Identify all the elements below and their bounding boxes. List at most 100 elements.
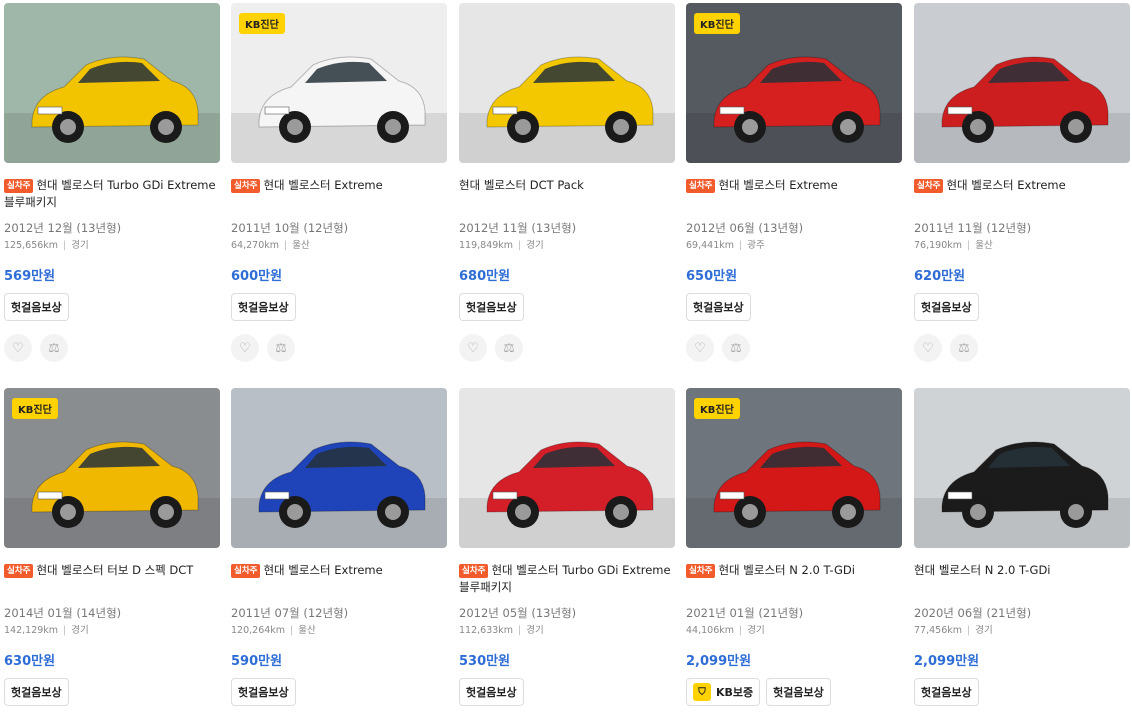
mileage-region: 125,656km | 경기 xyxy=(4,237,89,251)
heart-icon[interactable]: ♡ xyxy=(914,334,942,362)
mileage-region: 76,190km | 울산 xyxy=(914,237,993,251)
car-model-name: 현대 벨로스터 Extreme xyxy=(263,178,383,192)
trip-compensation-chip[interactable]: 헛걸음보상 xyxy=(459,293,524,321)
listing-title[interactable]: 현대 벨로스터 N 2.0 T-GDi xyxy=(914,562,1130,579)
card-actions: ♡ ⚖ xyxy=(231,334,295,362)
owner-seller-tag: 실차주 xyxy=(4,179,34,193)
trip-compensation-chip[interactable]: 헛걸음보상 xyxy=(766,678,831,706)
car-illustration xyxy=(459,388,675,548)
car-model-name: 현대 벨로스터 Extreme xyxy=(946,178,1066,192)
shield-icon: ⛉ xyxy=(693,683,711,701)
car-photo[interactable] xyxy=(459,388,675,548)
chip-label: 헛걸음보상 xyxy=(11,301,62,314)
registration-year: 2014년 01월 (14년형) xyxy=(4,606,122,620)
chip-label: 헛걸음보상 xyxy=(693,301,744,314)
listing-title[interactable]: 실차주 현대 벨로스터 Extreme xyxy=(231,177,447,194)
registration-year: 2012년 11월 (13년형) xyxy=(459,221,577,235)
scale-icon[interactable]: ⚖ xyxy=(267,334,295,362)
heart-icon[interactable]: ♡ xyxy=(4,334,32,362)
region: 경기 xyxy=(526,625,544,636)
chip-label: 헛걸음보상 xyxy=(921,301,972,314)
listing-title[interactable]: 실차주 현대 벨로스터 Extreme xyxy=(231,562,447,579)
mileage: 125,656km xyxy=(4,240,59,251)
listing-title[interactable]: 실차주 현대 벨로스터 터보 D 스펙 DCT xyxy=(4,562,220,579)
mileage: 142,129km xyxy=(4,625,59,636)
trip-compensation-chip[interactable]: 헛걸음보상 xyxy=(914,293,979,321)
kb-warranty-chip[interactable]: ⛉ KB보증 xyxy=(686,678,761,706)
heart-icon[interactable]: ♡ xyxy=(686,334,714,362)
mileage: 44,106km xyxy=(686,625,734,636)
car-photo[interactable]: KB진단 xyxy=(4,388,220,548)
separator: | xyxy=(290,625,294,636)
car-photo[interactable] xyxy=(914,3,1130,163)
scale-icon[interactable]: ⚖ xyxy=(495,334,523,362)
trip-compensation-chip[interactable]: 헛걸음보상 xyxy=(231,678,296,706)
car-photo[interactable]: KB진단 xyxy=(231,3,447,163)
chip-label: 헛걸음보상 xyxy=(238,686,289,699)
scale-icon[interactable]: ⚖ xyxy=(722,334,750,362)
service-chips: 헛걸음보상 xyxy=(459,678,524,706)
separator: | xyxy=(63,240,67,251)
car-model-name: 현대 벨로스터 Extreme xyxy=(263,563,383,577)
mileage: 120,264km xyxy=(231,625,286,636)
kb-diagnosis-badge: KB진단 xyxy=(12,398,58,419)
listing-title[interactable]: 실차주 현대 벨로스터 Turbo GDi Extreme 블루패키지 xyxy=(4,177,220,211)
mileage-region: 120,264km | 울산 xyxy=(231,622,316,636)
mileage: 77,456km xyxy=(914,625,962,636)
chip-label: 헛걸음보상 xyxy=(773,686,824,699)
car-photo[interactable] xyxy=(914,388,1130,548)
service-chips: 헛걸음보상 xyxy=(231,678,296,706)
separator: | xyxy=(518,625,522,636)
separator: | xyxy=(967,625,971,636)
listing-title[interactable]: 실차주 현대 벨로스터 Turbo GDi Extreme 블루패키지 xyxy=(459,562,675,596)
chip-label: 헛걸음보상 xyxy=(466,301,517,314)
trip-compensation-chip[interactable]: 헛걸음보상 xyxy=(459,678,524,706)
mileage: 112,633km xyxy=(459,625,514,636)
car-photo[interactable]: KB진단 xyxy=(686,388,902,548)
listing-title[interactable]: 실차주 현대 벨로스터 Extreme xyxy=(914,177,1130,194)
car-model-name: 현대 벨로스터 Turbo GDi Extreme 블루패키지 xyxy=(459,563,671,594)
registration-year: 2011년 07월 (12년형) xyxy=(231,606,349,620)
scale-icon[interactable]: ⚖ xyxy=(40,334,68,362)
registration-year: 2012년 05월 (13년형) xyxy=(459,606,577,620)
car-photo[interactable] xyxy=(231,388,447,548)
separator: | xyxy=(739,625,743,636)
separator: | xyxy=(967,240,971,251)
car-photo[interactable] xyxy=(459,3,675,163)
trip-compensation-chip[interactable]: 헛걸음보상 xyxy=(231,293,296,321)
listing-title[interactable]: 실차주 현대 벨로스터 N 2.0 T-GDi xyxy=(686,562,902,579)
heart-icon[interactable]: ♡ xyxy=(231,334,259,362)
card-actions: ♡ ⚖ xyxy=(686,334,750,362)
heart-icon[interactable]: ♡ xyxy=(459,334,487,362)
listing-title[interactable]: 실차주 현대 벨로스터 Extreme xyxy=(686,177,902,194)
registration-year: 2021년 01월 (21년형) xyxy=(686,606,804,620)
owner-seller-tag: 실차주 xyxy=(914,179,944,193)
listing-title[interactable]: 현대 벨로스터 DCT Pack xyxy=(459,177,675,194)
price: 2,099만원 xyxy=(686,654,752,669)
chip-label: 헛걸음보상 xyxy=(921,686,972,699)
car-model-name: 현대 벨로스터 Extreme xyxy=(718,178,838,192)
car-illustration xyxy=(231,388,447,548)
region: 경기 xyxy=(71,625,89,636)
service-chips: 헛걸음보상 xyxy=(231,293,296,321)
owner-seller-tag: 실차주 xyxy=(686,179,716,193)
service-chips: 헛걸음보상 xyxy=(914,293,979,321)
car-model-name: 현대 벨로스터 Turbo GDi Extreme 블루패키지 xyxy=(4,178,216,209)
trip-compensation-chip[interactable]: 헛걸음보상 xyxy=(686,293,751,321)
service-chips: 헛걸음보상 xyxy=(4,678,69,706)
owner-seller-tag: 실차주 xyxy=(4,564,34,578)
mileage-region: 77,456km | 경기 xyxy=(914,622,993,636)
service-chips: 헛걸음보상 xyxy=(4,293,69,321)
car-photo[interactable] xyxy=(4,3,220,163)
card-actions: ♡ ⚖ xyxy=(459,334,523,362)
car-photo[interactable]: KB진단 xyxy=(686,3,902,163)
region: 경기 xyxy=(526,240,544,251)
trip-compensation-chip[interactable]: 헛걸음보상 xyxy=(914,678,979,706)
scale-icon[interactable]: ⚖ xyxy=(950,334,978,362)
chip-label: KB보증 xyxy=(716,686,754,699)
car-model-name: 현대 벨로스터 N 2.0 T-GDi xyxy=(718,563,855,577)
trip-compensation-chip[interactable]: 헛걸음보상 xyxy=(4,293,69,321)
car-illustration xyxy=(459,3,675,163)
price: 2,099만원 xyxy=(914,654,980,669)
trip-compensation-chip[interactable]: 헛걸음보상 xyxy=(4,678,69,706)
